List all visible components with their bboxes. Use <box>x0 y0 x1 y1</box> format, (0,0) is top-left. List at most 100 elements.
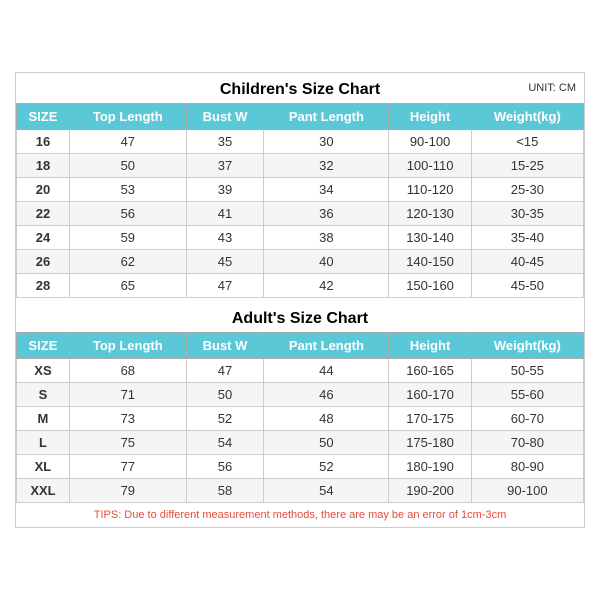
chart-container: Children's Size Chart UNIT: CM SIZE Top … <box>15 72 585 528</box>
table-cell: 180-190 <box>389 455 471 479</box>
adult-col-weight: Weight(kg) <box>471 333 583 359</box>
table-row: 22564136120-13030-35 <box>17 202 584 226</box>
table-cell: 56 <box>69 202 186 226</box>
table-cell: 41 <box>186 202 264 226</box>
table-cell: 47 <box>186 359 264 383</box>
children-title-text: Children's Size Chart <box>220 81 380 98</box>
table-cell: 54 <box>186 431 264 455</box>
table-cell: 45-50 <box>471 274 583 298</box>
table-row: XS684744160-16550-55 <box>17 359 584 383</box>
table-cell: S <box>17 383 70 407</box>
table-cell: 34 <box>264 178 389 202</box>
table-cell: 50 <box>69 154 186 178</box>
table-cell: 150-160 <box>389 274 471 298</box>
adult-col-bust: Bust W <box>186 333 264 359</box>
table-cell: 160-170 <box>389 383 471 407</box>
children-table: SIZE Top Length Bust W Pant Length Heigh… <box>16 103 584 298</box>
children-col-size: SIZE <box>17 104 70 130</box>
table-cell: 30-35 <box>471 202 583 226</box>
table-cell: 80-90 <box>471 455 583 479</box>
table-cell: 55-60 <box>471 383 583 407</box>
table-cell: 90-100 <box>389 130 471 154</box>
table-cell: M <box>17 407 70 431</box>
table-cell: XL <box>17 455 70 479</box>
table-row: 26624540140-15040-45 <box>17 250 584 274</box>
table-row: 28654742150-16045-50 <box>17 274 584 298</box>
table-cell: 46 <box>264 383 389 407</box>
table-cell: 75 <box>69 431 186 455</box>
table-cell: 16 <box>17 130 70 154</box>
adult-col-size: SIZE <box>17 333 70 359</box>
table-cell: 42 <box>264 274 389 298</box>
table-row: XXL795854190-20090-100 <box>17 479 584 503</box>
table-cell: 47 <box>69 130 186 154</box>
table-cell: 52 <box>186 407 264 431</box>
table-cell: 62 <box>69 250 186 274</box>
table-cell: 140-150 <box>389 250 471 274</box>
table-cell: L <box>17 431 70 455</box>
children-col-top-length: Top Length <box>69 104 186 130</box>
table-cell: 71 <box>69 383 186 407</box>
table-cell: 30 <box>264 130 389 154</box>
table-cell: 100-110 <box>389 154 471 178</box>
table-cell: 39 <box>186 178 264 202</box>
table-cell: 60-70 <box>471 407 583 431</box>
table-cell: XXL <box>17 479 70 503</box>
table-cell: 170-175 <box>389 407 471 431</box>
table-cell: 79 <box>69 479 186 503</box>
table-cell: 43 <box>186 226 264 250</box>
table-cell: 37 <box>186 154 264 178</box>
table-cell: 59 <box>69 226 186 250</box>
table-cell: 54 <box>264 479 389 503</box>
table-cell: <15 <box>471 130 583 154</box>
table-cell: 38 <box>264 226 389 250</box>
table-cell: 45 <box>186 250 264 274</box>
table-cell: 24 <box>17 226 70 250</box>
adult-title-text: Adult's Size Chart <box>232 310 368 327</box>
table-cell: 26 <box>17 250 70 274</box>
children-col-pant: Pant Length <box>264 104 389 130</box>
table-cell: 50 <box>186 383 264 407</box>
table-cell: 18 <box>17 154 70 178</box>
table-cell: 120-130 <box>389 202 471 226</box>
table-row: M735248170-17560-70 <box>17 407 584 431</box>
table-cell: 28 <box>17 274 70 298</box>
table-cell: 190-200 <box>389 479 471 503</box>
table-row: 20533934110-12025-30 <box>17 178 584 202</box>
table-row: 18503732100-11015-25 <box>17 154 584 178</box>
adult-col-top-length: Top Length <box>69 333 186 359</box>
adult-header-row: SIZE Top Length Bust W Pant Length Heigh… <box>17 333 584 359</box>
adult-table: SIZE Top Length Bust W Pant Length Heigh… <box>16 332 584 503</box>
table-cell: 160-165 <box>389 359 471 383</box>
children-col-height: Height <box>389 104 471 130</box>
table-cell: 77 <box>69 455 186 479</box>
table-row: L755450175-18070-80 <box>17 431 584 455</box>
table-cell: 40-45 <box>471 250 583 274</box>
table-cell: 70-80 <box>471 431 583 455</box>
table-cell: 36 <box>264 202 389 226</box>
table-cell: 40 <box>264 250 389 274</box>
table-row: 1647353090-100<15 <box>17 130 584 154</box>
adult-section-title: Adult's Size Chart <box>16 302 584 332</box>
table-cell: 53 <box>69 178 186 202</box>
table-cell: 65 <box>69 274 186 298</box>
table-row: S715046160-17055-60 <box>17 383 584 407</box>
children-section-title: Children's Size Chart UNIT: CM <box>16 73 584 103</box>
children-header-row: SIZE Top Length Bust W Pant Length Heigh… <box>17 104 584 130</box>
tips-text: TIPS: Due to different measurement metho… <box>16 503 584 527</box>
table-cell: XS <box>17 359 70 383</box>
table-row: XL775652180-19080-90 <box>17 455 584 479</box>
table-cell: 110-120 <box>389 178 471 202</box>
table-cell: 35-40 <box>471 226 583 250</box>
table-cell: 50 <box>264 431 389 455</box>
table-cell: 35 <box>186 130 264 154</box>
table-cell: 130-140 <box>389 226 471 250</box>
table-cell: 90-100 <box>471 479 583 503</box>
unit-label: UNIT: CM <box>528 82 576 94</box>
table-cell: 68 <box>69 359 186 383</box>
table-cell: 52 <box>264 455 389 479</box>
adult-col-height: Height <box>389 333 471 359</box>
table-cell: 20 <box>17 178 70 202</box>
table-cell: 25-30 <box>471 178 583 202</box>
table-cell: 50-55 <box>471 359 583 383</box>
